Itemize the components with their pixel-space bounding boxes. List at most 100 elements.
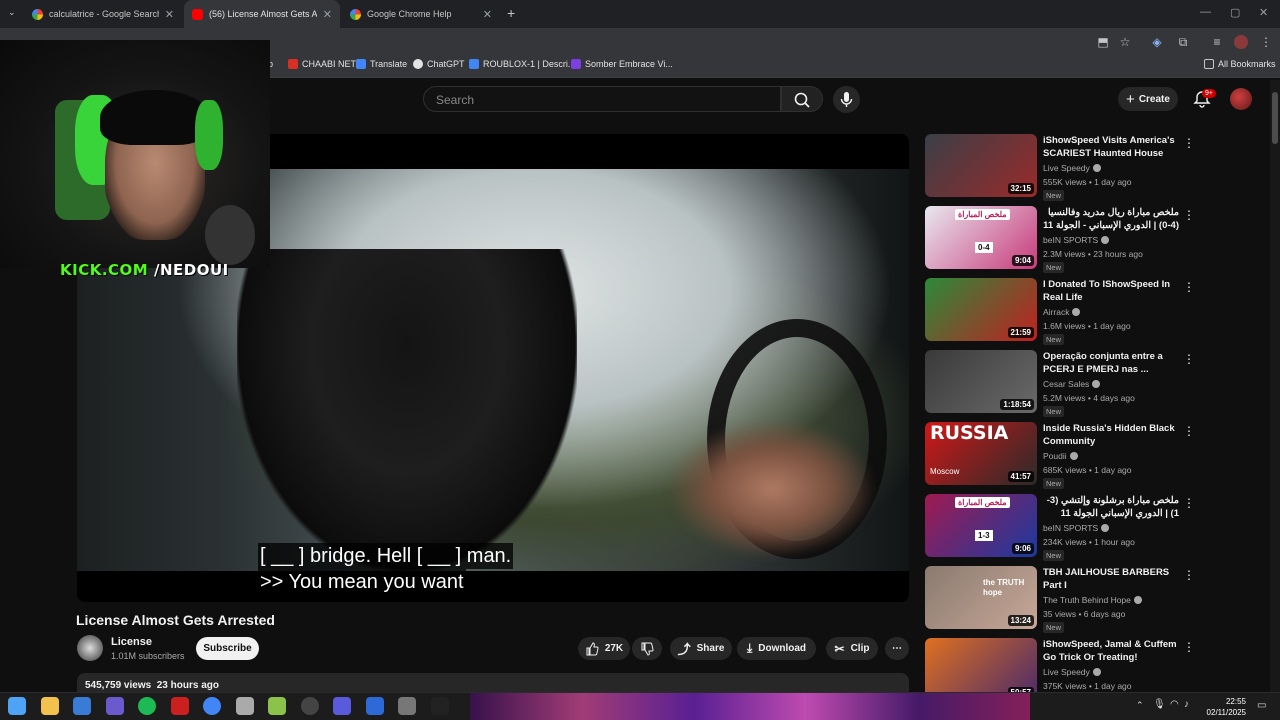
recommendation-channel[interactable]: Live Speedy — [1043, 163, 1101, 173]
recommendation-title[interactable]: iShowSpeed, Jamal & Cuffem Go Trick Or T… — [1043, 638, 1179, 664]
recommendation-channel[interactable]: The Truth Behind Hope — [1043, 595, 1142, 605]
close-icon[interactable]: ✕ — [165, 8, 174, 21]
more-vertical-icon[interactable]: ⋮ — [1183, 136, 1195, 150]
reading-list-icon[interactable]: ≡ — [1210, 35, 1224, 49]
search-button[interactable] — [781, 86, 823, 112]
scrollbar-thumb[interactable] — [1272, 92, 1278, 144]
bookmark-item[interactable]: CHAABI NET — [288, 59, 356, 69]
video-thumbnail[interactable]: ملخص المباراة 0-4 9:04 — [925, 206, 1037, 269]
spotify-icon[interactable] — [138, 697, 156, 715]
recommendation-title[interactable]: Inside Russia's Hidden Black Community — [1043, 422, 1179, 448]
tab-youtube[interactable]: (56) License Almost Gets Arrest ✕ — [184, 0, 340, 28]
recommendation-item[interactable]: ملخص المباراة 1-3 9:06 ملخص مباراة برشلونة … — [925, 494, 1200, 561]
bookmark-item[interactable]: Somber Embrace Vi... — [571, 59, 673, 69]
tray-volume-icon[interactable]: ♪ — [1184, 699, 1189, 710]
share-label: Share — [696, 643, 725, 654]
recommendation-channel[interactable]: beIN SPORTS — [1043, 235, 1110, 245]
channel-avatar[interactable] — [77, 635, 103, 661]
epic-icon[interactable] — [430, 697, 449, 715]
profile-icon[interactable] — [1234, 35, 1248, 49]
bookmark-item[interactable]: ChatGPT — [413, 59, 465, 69]
search-input[interactable]: Search — [423, 86, 781, 112]
app2-icon[interactable] — [268, 697, 286, 715]
more-vertical-icon[interactable]: ⋮ — [1183, 496, 1195, 510]
taskbar-clock[interactable]: 22:55 02/11/2025 — [1196, 696, 1246, 718]
app4-icon[interactable] — [365, 697, 384, 715]
dislike-button[interactable] — [632, 637, 662, 660]
store-icon[interactable] — [73, 697, 91, 715]
video-thumbnail[interactable]: 1:18:54 — [925, 350, 1037, 413]
close-icon[interactable]: ✕ — [323, 8, 332, 21]
tab-chrome-help[interactable]: Google Chrome Help ✕ — [342, 0, 500, 28]
recommendation-item[interactable]: the TRUTH hope 13:24 TBH JAILHOUSE BARBERS… — [925, 566, 1200, 633]
settings-icon[interactable] — [235, 697, 254, 715]
install-icon[interactable]: ⬒ — [1096, 35, 1110, 49]
more-vertical-icon[interactable]: ⋮ — [1183, 568, 1195, 582]
bookmark-star-icon[interactable]: ☆ — [1118, 35, 1132, 49]
recommendation-channel[interactable]: beIN SPORTS — [1043, 523, 1110, 533]
more-vertical-icon[interactable]: ⋮ — [1183, 208, 1195, 222]
extensions-icon[interactable]: ⧉ — [1176, 35, 1190, 49]
create-button[interactable]: + Create — [1118, 87, 1178, 111]
new-tab-button[interactable]: + — [507, 5, 515, 21]
maximize-icon[interactable]: ▢ — [1230, 6, 1240, 19]
app5-icon[interactable] — [398, 697, 416, 715]
recommendation-channel[interactable]: Airrack — [1043, 307, 1081, 317]
app-icon[interactable] — [105, 697, 124, 715]
all-bookmarks[interactable]: All Bookmarks — [1204, 59, 1276, 69]
bookmark-item[interactable]: ROUBLOX-1 | Descri... — [469, 59, 575, 69]
channel-name[interactable]: License — [111, 636, 152, 648]
more-vertical-icon[interactable]: ⋮ — [1183, 352, 1195, 366]
video-thumbnail[interactable]: the TRUTH hope 13:24 — [925, 566, 1037, 629]
more-actions-button[interactable]: ⋯ — [885, 637, 909, 660]
subscribe-button[interactable]: Subscribe — [196, 637, 259, 660]
close-window-icon[interactable]: ✕ — [1259, 6, 1268, 19]
chrome-icon[interactable] — [203, 697, 221, 715]
tab-calculatrice[interactable]: calculatrice - Google Search ✕ — [24, 0, 182, 28]
recommendation-item[interactable]: ملخص المباراة 0-4 9:04 ملخص مباراة ريال مدر… — [925, 206, 1200, 273]
recommendation-title[interactable]: iShowSpeed Visits America's SCARIEST Hau… — [1043, 134, 1179, 160]
bookmark-item[interactable]: Translate — [356, 59, 407, 69]
windows-icon[interactable] — [8, 697, 26, 715]
download-button[interactable]: ⤓ Download — [737, 637, 816, 660]
menu-icon[interactable]: ⋮ — [1259, 35, 1273, 49]
recommendation-title[interactable]: I Donated To IShowSpeed In Real Life — [1043, 278, 1179, 304]
voice-search-button[interactable] — [833, 86, 860, 113]
clip-button[interactable]: ✂ Clip — [826, 637, 878, 660]
recommendation-item[interactable]: 1:18:54 Operação conjunta entre a PCERJ E… — [925, 350, 1200, 417]
recommendation-channel[interactable]: Cesar Sales — [1043, 379, 1101, 389]
video-thumbnail[interactable]: 32:15 — [925, 134, 1037, 197]
more-vertical-icon[interactable]: ⋮ — [1183, 640, 1195, 654]
recommendation-item[interactable]: RUSSIA Moscow 41:57 Inside Russia's Hidden … — [925, 422, 1200, 489]
channel-label: beIN SPORTS — [1043, 523, 1099, 533]
more-vertical-icon[interactable]: ⋮ — [1183, 280, 1195, 294]
recommendation-title[interactable]: ملخص مباراة ريال مدريد وفالنسيا (4-0) | … — [1043, 206, 1179, 232]
account-avatar[interactable] — [1230, 88, 1252, 110]
notification-center-icon[interactable]: ▭ — [1257, 700, 1266, 711]
obs-icon[interactable] — [300, 697, 319, 715]
app3-icon[interactable] — [333, 697, 351, 715]
recommendation-item[interactable]: 32:15 iShowSpeed Visits America's SCARIES… — [925, 134, 1200, 201]
video-thumbnail[interactable]: ملخص المباراة 1-3 9:06 — [925, 494, 1037, 557]
recommendation-channel[interactable]: Poudii — [1043, 451, 1078, 461]
minimize-icon[interactable]: — — [1200, 6, 1211, 18]
recommendation-title[interactable]: TBH JAILHOUSE BARBERS Part I — [1043, 566, 1179, 592]
tray-wifi-icon[interactable]: ◠ — [1170, 699, 1179, 710]
tray-mic-icon[interactable]: 🎙 — [1153, 699, 1166, 710]
share-button[interactable]: ⤴ Share — [670, 637, 732, 660]
recommendation-title[interactable]: ملخص مباراة برشلونة وإلتشي (3-1) | الدور… — [1043, 494, 1179, 520]
recommendation-channel[interactable]: Live Speedy — [1043, 667, 1101, 677]
voice-icon[interactable] — [170, 697, 189, 715]
recommendation-title[interactable]: Operação conjunta entre a PCERJ E PMERJ … — [1043, 350, 1179, 376]
video-thumbnail[interactable]: RUSSIA Moscow 41:57 — [925, 422, 1037, 485]
explorer-icon[interactable] — [40, 697, 59, 715]
like-button[interactable]: 27K — [578, 637, 630, 660]
close-icon[interactable]: ✕ — [483, 8, 492, 21]
recommendation-item[interactable]: 21:59 I Donated To IShowSpeed In Real Lif… — [925, 278, 1200, 345]
extension-icon-blue[interactable]: ◈ — [1150, 35, 1164, 49]
more-vertical-icon[interactable]: ⋮ — [1183, 424, 1195, 438]
page-scrollbar[interactable] — [1270, 80, 1280, 692]
video-thumbnail[interactable]: 21:59 — [925, 278, 1037, 341]
tab-search-icon[interactable]: ⌄ — [8, 7, 16, 18]
tray-chevron-icon[interactable]: ⌃ — [1136, 700, 1144, 711]
